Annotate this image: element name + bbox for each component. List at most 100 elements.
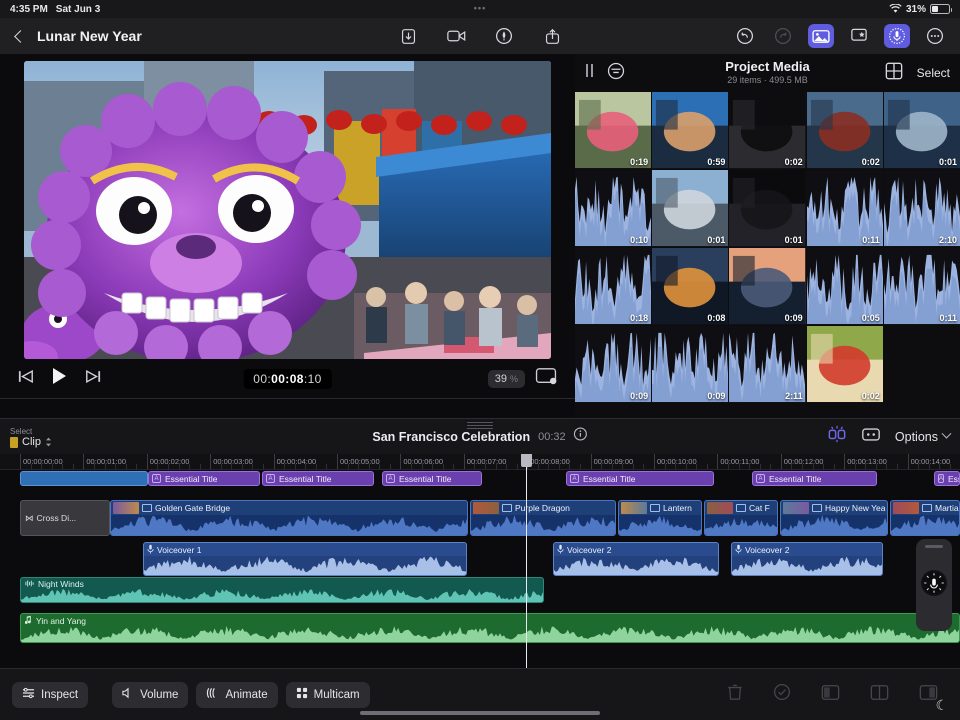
media-thumbnail[interactable]: 0:08 (652, 248, 728, 325)
widget-drag-handle[interactable] (925, 545, 943, 548)
more-icon[interactable] (922, 24, 948, 48)
selection-indicator[interactable]: Select Clip (10, 426, 52, 448)
animate-button[interactable]: Animate (196, 682, 277, 708)
video-clip[interactable]: Cat F (704, 500, 778, 536)
title-clip[interactable]: AEssential Title (752, 471, 877, 486)
viewer-options-icon[interactable] (535, 367, 557, 390)
options-button[interactable]: Options (895, 430, 950, 444)
import-icon[interactable] (395, 24, 421, 48)
voiceover-clip[interactable]: Voiceover 1 (143, 542, 467, 576)
info-icon[interactable] (574, 427, 588, 446)
split-left-icon[interactable] (821, 684, 840, 706)
media-thumbnail[interactable]: 0:11 (884, 248, 960, 325)
redo-icon[interactable] (770, 24, 796, 48)
voiceover-record-widget[interactable] (916, 539, 952, 631)
title-clip[interactable]: AEssential Title (566, 471, 714, 486)
video-clip[interactable]: Golden Gate Bridge (110, 500, 468, 536)
video-clip-audio (619, 515, 701, 535)
media-thumbnail[interactable]: 0:01 (884, 92, 960, 169)
split-both-icon[interactable] (870, 684, 889, 706)
media-thumbnail[interactable]: 0:02 (807, 326, 883, 403)
voiceover-clip[interactable]: Voiceover 2 (731, 542, 883, 576)
media-thumbnail-grid[interactable]: 0:190:590:020:020:010:100:010:010:112:10… (575, 92, 960, 418)
zoom-level-field[interactable]: 39 % (488, 370, 525, 388)
volume-button[interactable]: Volume (112, 682, 188, 708)
grid-view-icon[interactable] (885, 62, 903, 85)
media-thumbnail[interactable]: 0:05 (807, 248, 883, 325)
battery-percent: 31% (906, 4, 926, 15)
music-clip[interactable]: Yin and Yang (20, 613, 960, 643)
video-clip[interactable]: Happy New Yea (780, 500, 888, 536)
select-button[interactable]: Select (917, 66, 950, 80)
timecode-display[interactable]: 00:00:08:10 (243, 369, 331, 389)
video-clip[interactable]: Lantern (618, 500, 702, 536)
media-thumbnail[interactable]: 0:02 (807, 92, 883, 169)
title-badge-icon: A (756, 474, 765, 483)
audio-clip-icon (25, 579, 34, 590)
video-clip[interactable]: Purple Dragon (470, 500, 616, 536)
thumbnail-duration: 0:11 (862, 235, 880, 245)
pane-resize-handle[interactable] (467, 422, 493, 425)
media-thumbnail[interactable]: 0:59 (652, 92, 728, 169)
ruler-label: 00:00:02:00 (147, 457, 190, 466)
thumbnail-duration: 0:19 (630, 157, 648, 167)
stickers-icon[interactable] (846, 24, 872, 48)
photos-icon[interactable] (808, 24, 834, 48)
media-thumbnail[interactable]: 0:01 (729, 170, 805, 247)
title-clip[interactable]: AEssential Title (382, 471, 482, 486)
media-thumbnail[interactable]: 2:11 (729, 326, 805, 403)
timeline-canvas[interactable]: 00:00:00:0000:00:01:0000:00:02:0000:00:0… (0, 454, 960, 668)
multicam-button[interactable]: Multicam (286, 682, 370, 708)
camera-icon[interactable] (443, 24, 469, 48)
skip-back-icon[interactable] (18, 370, 34, 388)
inspect-button[interactable]: Inspect (12, 682, 88, 708)
title-clip[interactable]: AEssential Title (262, 471, 374, 486)
media-thumbnail[interactable]: 0:09 (575, 326, 651, 403)
video-preview[interactable] (24, 61, 551, 359)
video-clip[interactable]: Martial (890, 500, 960, 536)
media-thumbnail[interactable]: 0:09 (729, 248, 805, 325)
magic-wand-icon[interactable] (491, 24, 517, 48)
clip-options-icon[interactable] (861, 426, 881, 448)
media-thumbnail[interactable]: 0:10 (575, 170, 651, 247)
media-thumbnail[interactable]: 0:09 (652, 326, 728, 403)
clip-filmstrip (113, 502, 139, 514)
timeline-clip-blank[interactable] (20, 471, 148, 486)
title-clip-label: Essential Title (948, 474, 959, 484)
ruler-label: 00:00:08:00 (527, 457, 570, 466)
magnetic-timeline-icon[interactable] (827, 425, 847, 448)
playhead[interactable] (526, 454, 527, 668)
check-circle-icon[interactable] (773, 683, 791, 706)
media-thumbnail[interactable]: 0:18 (575, 248, 651, 325)
playhead-knob[interactable] (521, 454, 532, 467)
pause-bars-icon[interactable] (585, 64, 595, 82)
media-browser-pane: Project Media 29 items · 499.5 MB Select… (575, 54, 960, 418)
share-icon[interactable] (539, 24, 565, 48)
voiceover-clip[interactable]: Voiceover 2 (553, 542, 719, 576)
select-value-row: Clip (10, 437, 52, 448)
media-thumbnail[interactable]: 0:19 (575, 92, 651, 169)
audio-waveform (891, 515, 959, 535)
skip-forward-icon[interactable] (85, 370, 101, 388)
ruler-label: 00:00:12:00 (781, 457, 824, 466)
media-thumbnail[interactable]: 0:11 (807, 170, 883, 247)
play-icon[interactable] (52, 367, 67, 390)
undo-icon[interactable] (732, 24, 758, 48)
transition-clip[interactable]: ⋈Cross Di... (20, 500, 110, 536)
chevron-updown-icon (45, 437, 52, 447)
filter-icon[interactable] (607, 62, 625, 85)
media-thumbnail[interactable]: 2:10 (884, 170, 960, 247)
final-cut-pro-ipad-window: 4:35 PM Sat Jun 3 ••• 31% Lunar New Year (0, 0, 960, 720)
back-chevron-icon[interactable] (14, 30, 27, 43)
sound-effect-clip[interactable]: Night Winds (20, 577, 544, 603)
media-thumbnail[interactable]: 0:01 (652, 170, 728, 247)
status-time: 4:35 PM (10, 4, 48, 15)
title-clip[interactable]: AEssential Title (934, 471, 960, 486)
trash-icon[interactable] (727, 683, 743, 706)
title-clip[interactable]: AEssential Title (148, 471, 260, 486)
record-dial-icon[interactable] (921, 570, 947, 596)
ruler-tick-minor (73, 464, 74, 469)
media-thumbnail[interactable]: 0:02 (729, 92, 805, 169)
timeline-ruler[interactable]: 00:00:00:0000:00:01:0000:00:02:0000:00:0… (0, 454, 960, 470)
voiceover-icon[interactable] (884, 24, 910, 48)
